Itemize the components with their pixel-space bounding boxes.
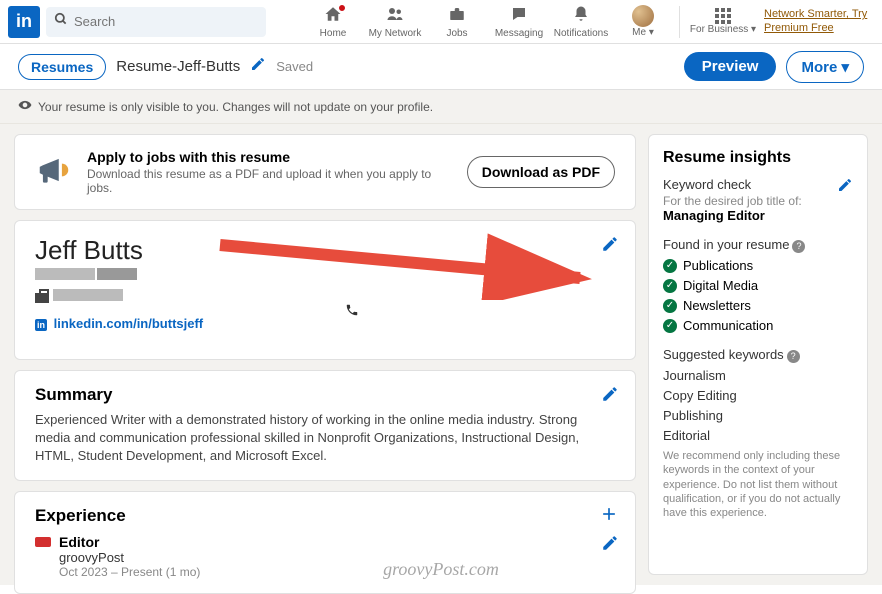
found-item: ✓Digital Media	[663, 278, 853, 293]
found-item: ✓Publications	[663, 258, 853, 273]
summary-title: Summary	[35, 385, 615, 405]
eye-icon	[18, 98, 32, 115]
nav-me[interactable]: Me ▾	[615, 5, 671, 38]
edit-summary-pencil-icon[interactable]	[601, 385, 619, 408]
found-item: ✓Newsletters	[663, 298, 853, 313]
bell-icon	[571, 5, 591, 28]
check-icon: ✓	[663, 319, 677, 333]
experience-title: Experience	[35, 506, 615, 526]
suggested-section: Suggested keywords? Journalism Copy Edit…	[663, 347, 853, 520]
add-experience-plus-icon[interactable]	[599, 504, 619, 529]
insights-title: Resume insights	[663, 149, 853, 167]
saved-label: Saved	[276, 59, 313, 74]
search-box[interactable]	[46, 7, 266, 37]
redacted-line-1	[35, 266, 615, 287]
linkedin-small-icon: in	[35, 319, 47, 331]
divider	[679, 6, 680, 38]
nav-home[interactable]: Home	[305, 5, 361, 39]
apply-card: Apply to jobs with this resume Download …	[14, 134, 636, 210]
suggested-item: Copy Editing	[663, 388, 853, 403]
keyword-check-section: Keyword check For the desired job title …	[663, 177, 853, 223]
profile-name: Jeff Butts	[35, 235, 615, 266]
preview-button[interactable]: Preview	[684, 52, 777, 81]
check-icon: ✓	[663, 259, 677, 273]
megaphone-icon	[35, 151, 73, 194]
visibility-banner: Your resume is only visible to you. Chan…	[0, 90, 882, 124]
check-icon: ✓	[663, 299, 677, 313]
found-section: Found in your resume? ✓Publications ✓Dig…	[663, 237, 853, 333]
nav-messaging[interactable]: Messaging	[491, 5, 547, 39]
left-column: Apply to jobs with this resume Download …	[14, 134, 636, 575]
sub-bar: Resumes Resume-Jeff-Butts Saved Preview …	[0, 44, 882, 90]
experience-item: Editor groovyPost Oct 2023 – Present (1 …	[35, 534, 615, 579]
experience-card: Experience Editor groovyPost Oct 2023 – …	[14, 491, 636, 594]
notification-badge	[337, 3, 347, 13]
help-icon[interactable]: ?	[787, 350, 800, 363]
apply-title: Apply to jobs with this resume	[87, 149, 453, 165]
found-item: ✓Communication	[663, 318, 853, 333]
people-icon	[385, 5, 405, 28]
linkedin-url[interactable]: in linkedin.com/in/buttsjeff	[35, 316, 615, 331]
pencil-icon[interactable]	[250, 56, 266, 77]
nav-business[interactable]: For Business ▾	[688, 8, 758, 35]
suggested-item: Publishing	[663, 408, 853, 423]
message-icon	[509, 5, 529, 28]
search-icon	[54, 12, 68, 31]
suggested-item: Editorial	[663, 428, 853, 443]
linkedin-logo[interactable]: in	[8, 6, 40, 38]
search-input[interactable]	[74, 14, 258, 29]
nav-jobs[interactable]: Jobs	[429, 5, 485, 39]
edit-keyword-pencil-icon[interactable]	[837, 177, 853, 196]
profile-card: Jeff Butts in linkedin.com/in/buttsjeff	[14, 220, 636, 360]
redacted-line-2	[35, 287, 615, 308]
nav-notifications[interactable]: Notifications	[553, 5, 609, 39]
apply-sub: Download this resume as a PDF and upload…	[87, 167, 453, 195]
phone-icon	[345, 303, 359, 322]
content-area: Apply to jobs with this resume Download …	[0, 124, 882, 585]
summary-body: Experienced Writer with a demonstrated h…	[35, 411, 615, 466]
resume-name: Resume-Jeff-Butts	[116, 58, 240, 75]
apps-icon	[715, 8, 731, 24]
edit-profile-pencil-icon[interactable]	[601, 235, 619, 258]
nav-network[interactable]: My Network	[367, 5, 423, 39]
top-nav: in Home My Network Jobs Messaging	[0, 0, 882, 44]
briefcase-small-icon	[35, 293, 49, 303]
company-logo-icon	[35, 537, 51, 547]
briefcase-icon	[447, 5, 467, 28]
help-icon[interactable]: ?	[792, 240, 805, 253]
suggested-item: Journalism	[663, 368, 853, 383]
avatar	[632, 5, 654, 27]
download-pdf-button[interactable]: Download as PDF	[467, 156, 615, 188]
premium-promo-link[interactable]: Network Smarter, Try Premium Free	[764, 8, 874, 34]
more-button[interactable]: More ▾	[786, 51, 864, 83]
summary-card: Summary Experienced Writer with a demons…	[14, 370, 636, 481]
suggested-note: We recommend only including these keywor…	[663, 449, 853, 520]
insights-panel: Resume insights Keyword check For the de…	[648, 134, 868, 575]
check-icon: ✓	[663, 279, 677, 293]
resumes-pill[interactable]: Resumes	[18, 54, 106, 80]
